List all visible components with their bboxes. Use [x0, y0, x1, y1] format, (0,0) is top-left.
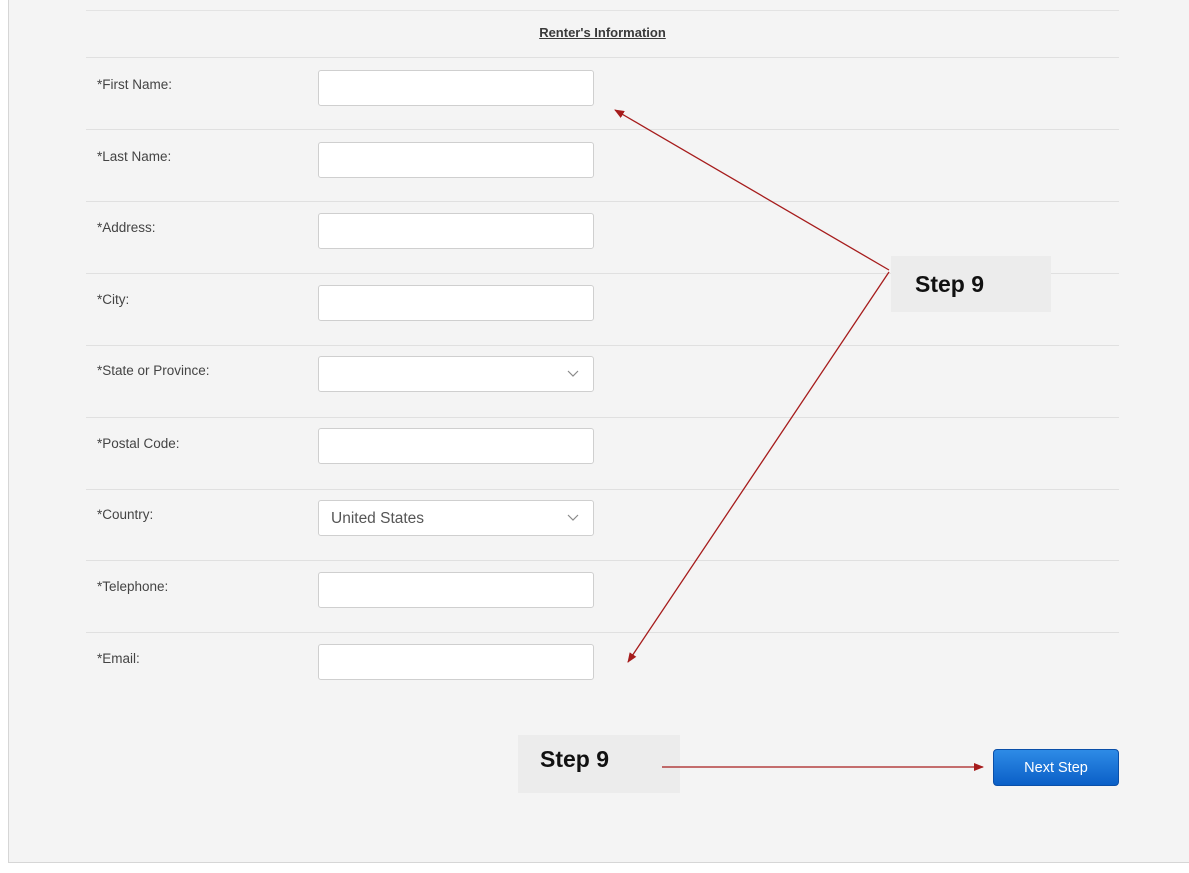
country-select-value: United States	[331, 510, 425, 527]
chevron-down-icon	[567, 370, 579, 377]
postal-code-input[interactable]	[318, 428, 594, 464]
row-divider	[86, 201, 1119, 202]
step-callout-fields: Step 9	[891, 256, 1051, 312]
country-label: *Country:	[97, 507, 154, 522]
state-select[interactable]	[318, 356, 594, 392]
first-name-label: *First Name:	[97, 77, 173, 92]
state-label: *State or Province:	[97, 363, 210, 378]
address-input[interactable]	[318, 213, 594, 249]
row-divider	[86, 57, 1119, 58]
chevron-down-icon	[567, 514, 579, 521]
top-divider	[86, 10, 1119, 11]
row-divider	[86, 345, 1119, 346]
email-label: *Email:	[97, 651, 140, 666]
postal-code-label: *Postal Code:	[97, 436, 180, 451]
row-divider	[86, 417, 1119, 418]
next-step-button[interactable]: Next Step	[993, 749, 1119, 786]
email-input[interactable]	[318, 644, 594, 680]
row-divider	[86, 560, 1119, 561]
row-divider	[86, 489, 1119, 490]
address-label: *Address:	[97, 220, 156, 235]
first-name-input[interactable]	[318, 70, 594, 106]
step-callout-button: Step 9	[518, 735, 680, 793]
city-label: *City:	[97, 292, 130, 307]
telephone-input[interactable]	[318, 572, 594, 608]
last-name-label: *Last Name:	[97, 149, 172, 164]
row-divider	[86, 129, 1119, 130]
row-divider	[86, 632, 1119, 633]
country-select[interactable]: United States	[318, 500, 594, 536]
city-input[interactable]	[318, 285, 594, 321]
last-name-input[interactable]	[318, 142, 594, 178]
telephone-label: *Telephone:	[97, 579, 169, 594]
section-title: Renter's Information	[539, 25, 666, 40]
